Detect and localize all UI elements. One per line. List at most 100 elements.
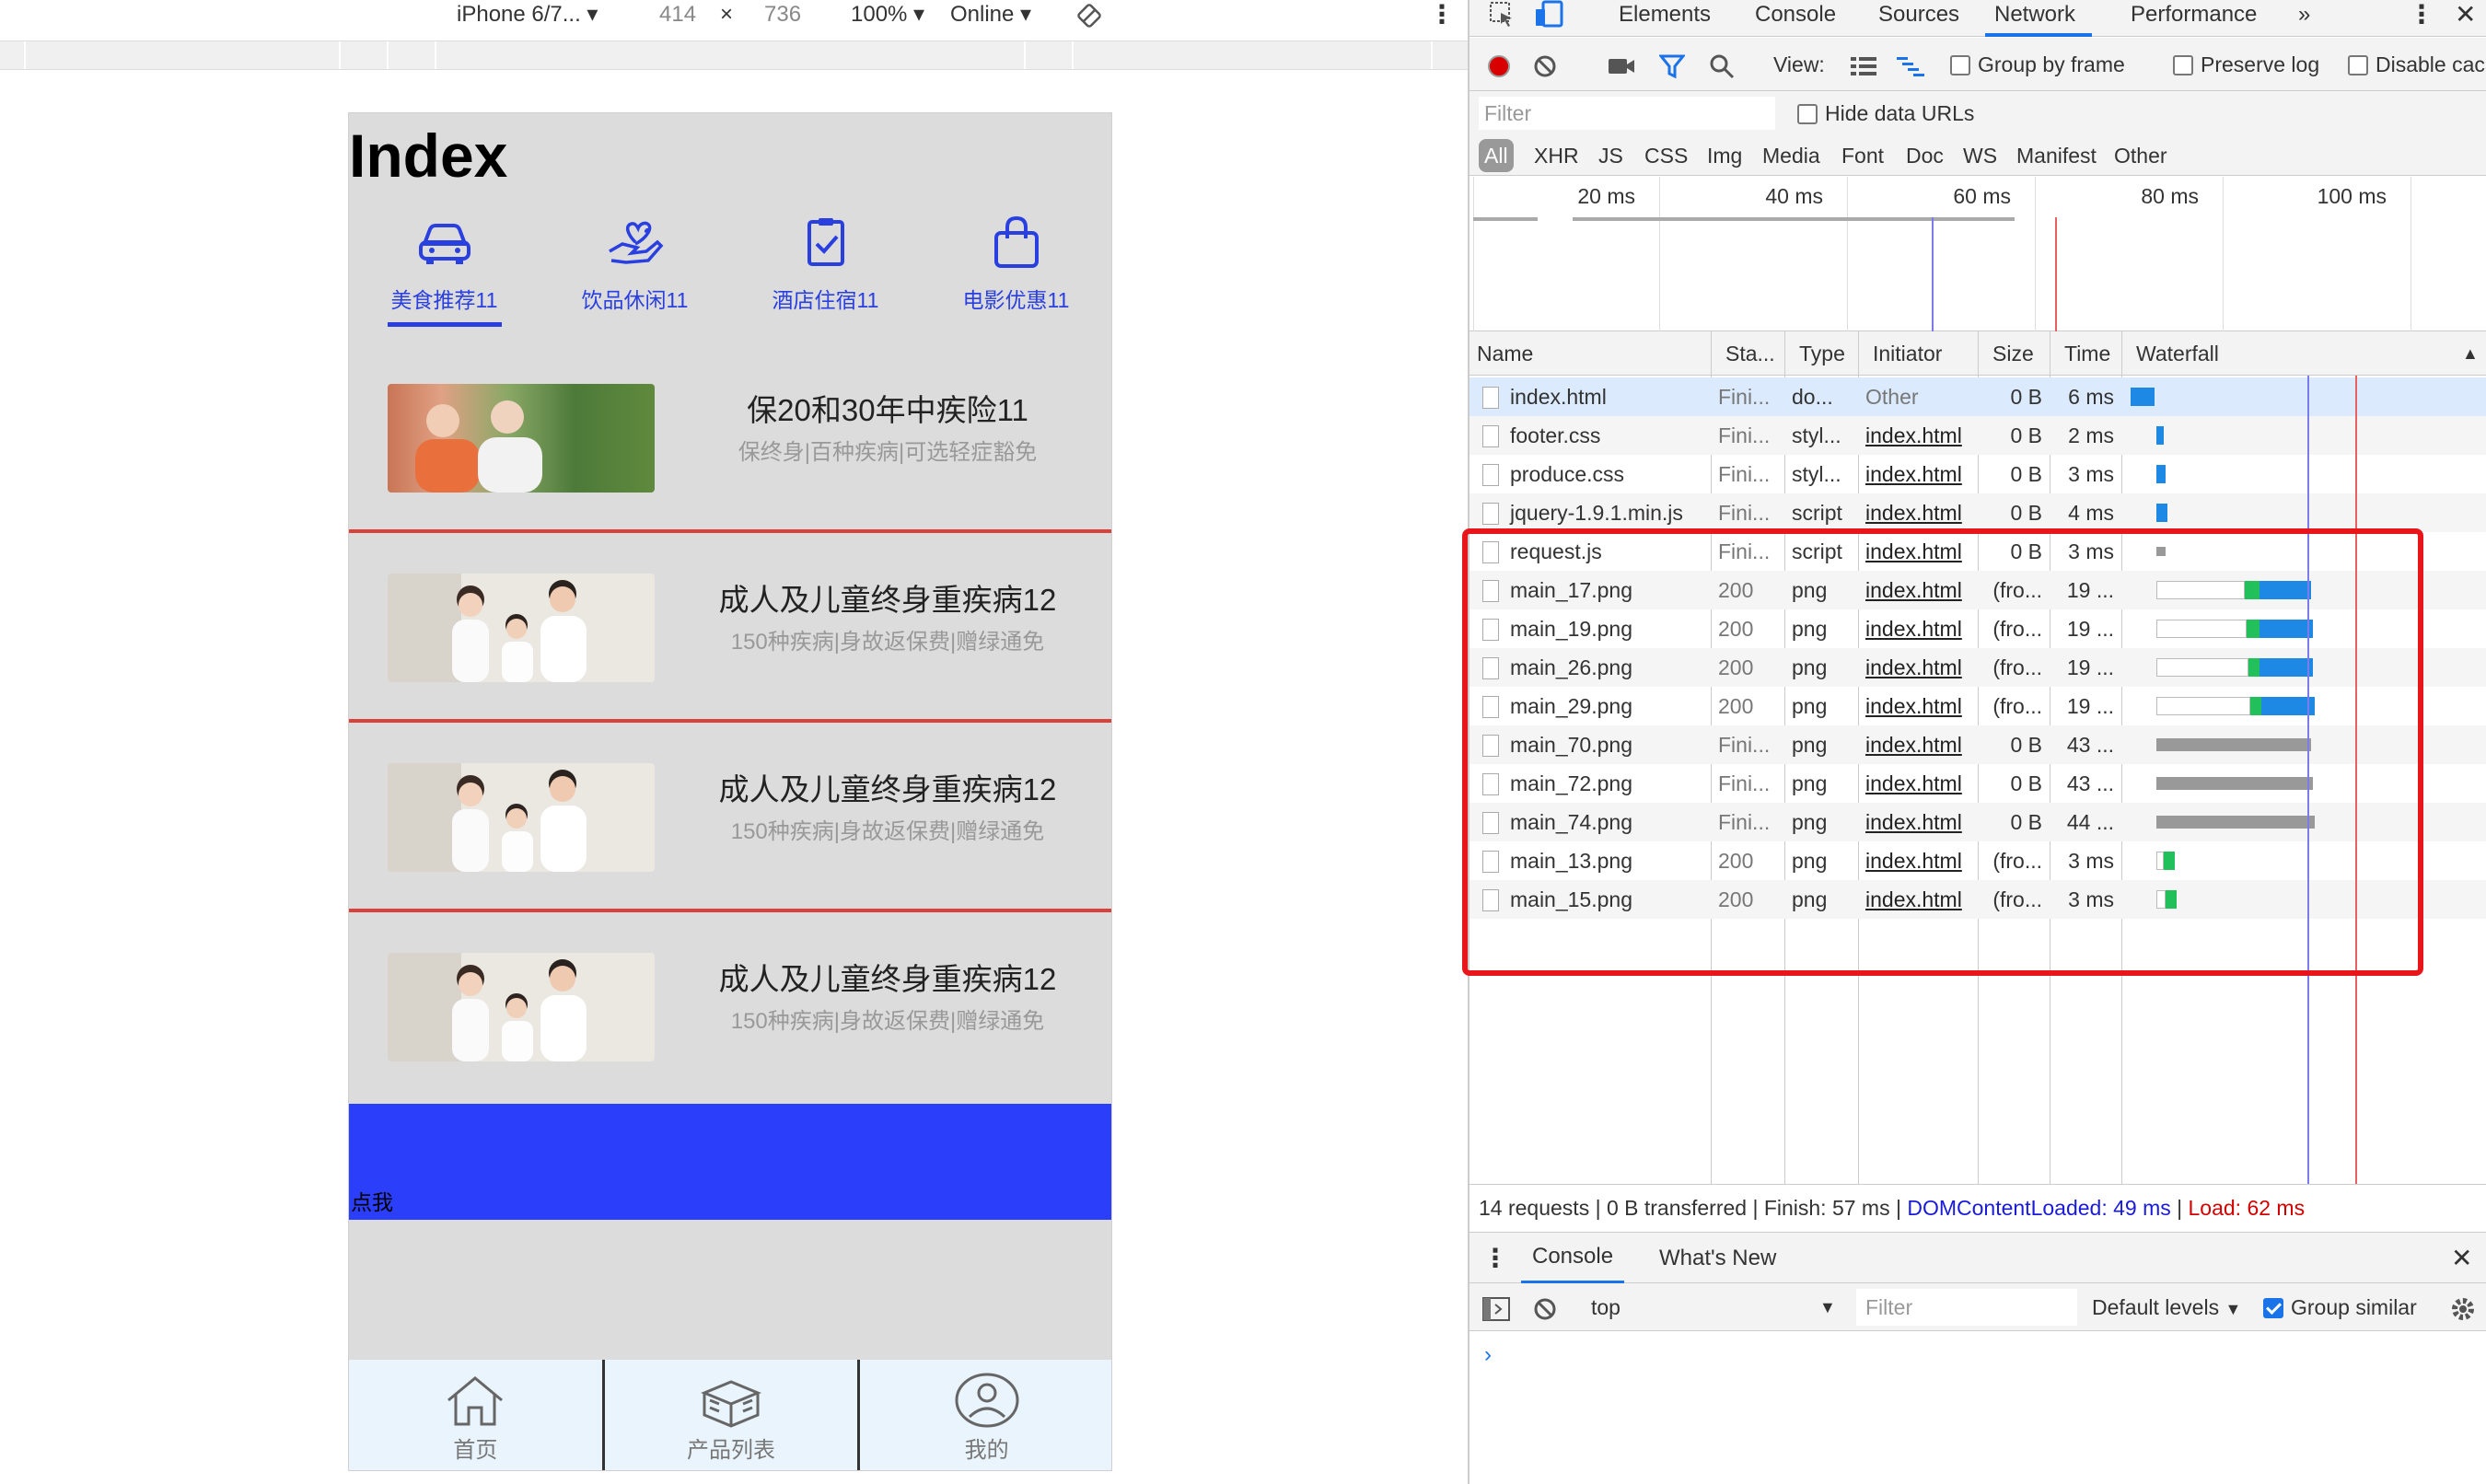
devtools-menu-icon[interactable]: ⋮ xyxy=(2409,0,2434,37)
request-initiator[interactable]: index.html xyxy=(1858,571,1978,609)
request-name-cell[interactable]: main_26.png xyxy=(1475,648,1711,687)
request-initiator[interactable]: index.html xyxy=(1858,803,1978,841)
request-initiator[interactable]: index.html xyxy=(1858,880,1978,919)
click-me-button[interactable]: 点我 xyxy=(349,1104,1111,1220)
tab-performance[interactable]: Performance xyxy=(2131,0,2257,37)
type-img[interactable]: Img xyxy=(1707,139,1742,172)
category-item-hotel[interactable]: 酒店住宿11 xyxy=(730,214,921,316)
clear-console-icon[interactable] xyxy=(1532,1283,1558,1331)
column-initiator[interactable]: Initiator xyxy=(1865,331,1942,376)
column-time[interactable]: Time xyxy=(2057,331,2110,376)
request-row[interactable]: index.html Fini... do... Other 0 B 6 ms xyxy=(1470,377,2486,416)
product-card[interactable]: 保20和30年中疾险11 保终身|百种疾病|可选轻症豁免 xyxy=(349,343,1111,533)
drawer-tab-console[interactable]: Console xyxy=(1521,1233,1625,1284)
product-card[interactable]: 成人及儿童终身重疾病12 150种疾病|身故返保费|赠绿通免 xyxy=(349,723,1111,912)
close-drawer-icon[interactable]: ✕ xyxy=(2451,1233,2472,1284)
type-font[interactable]: Font xyxy=(1841,139,1884,172)
product-card[interactable]: 成人及儿童终身重疾病12 150种疾病|身故返保费|赠绿通免 xyxy=(349,912,1111,1104)
more-tabs-button[interactable]: » xyxy=(2298,0,2310,37)
type-ws[interactable]: WS xyxy=(1963,139,1997,172)
disable-cache-checkbox[interactable]: Disable cac xyxy=(2348,38,2485,91)
request-initiator[interactable]: index.html xyxy=(1858,416,1978,455)
inspect-icon[interactable] xyxy=(1488,0,1516,37)
request-name-cell[interactable]: main_15.png xyxy=(1475,880,1711,919)
console-filter-input[interactable]: Filter xyxy=(1856,1289,2077,1326)
request-row[interactable]: footer.css Fini... styl... index.html 0 B 2 m… xyxy=(1470,416,2486,455)
drawer-tab-whats-new[interactable]: What's New xyxy=(1659,1233,1776,1284)
request-initiator[interactable]: index.html xyxy=(1858,764,1978,803)
request-row[interactable]: main_26.png 200 png index.html (fro... 19 ... xyxy=(1470,648,2486,687)
request-name-cell[interactable]: main_17.png xyxy=(1475,571,1711,609)
type-manifest[interactable]: Manifest xyxy=(2016,139,2097,172)
request-initiator[interactable]: index.html xyxy=(1858,455,1978,493)
request-name-cell[interactable]: request.js xyxy=(1475,532,1711,571)
request-row[interactable]: jquery-1.9.1.min.js Fini... script index.ht… xyxy=(1470,493,2486,532)
camera-icon[interactable] xyxy=(1608,38,1635,91)
throttle-select[interactable]: Online ▾ xyxy=(950,0,1031,37)
request-row[interactable]: main_15.png 200 png index.html (fro... 3 ms xyxy=(1470,880,2486,919)
tab-products[interactable]: 产品列表 xyxy=(605,1360,861,1470)
request-initiator[interactable]: index.html xyxy=(1858,687,1978,725)
type-css[interactable]: CSS xyxy=(1644,139,1688,172)
request-name-cell[interactable]: main_74.png xyxy=(1475,803,1711,841)
request-initiator[interactable]: index.html xyxy=(1858,725,1978,764)
column-status[interactable]: Sta... xyxy=(1718,331,1775,376)
device-select[interactable]: iPhone 6/7... ▾ xyxy=(457,0,598,37)
close-icon[interactable]: ✕ xyxy=(2455,0,2476,37)
tab-elements[interactable]: Elements xyxy=(1619,0,1711,37)
waterfall-overview-icon[interactable] xyxy=(1897,38,1926,91)
tab-console[interactable]: Console xyxy=(1755,0,1836,37)
request-name-cell[interactable]: main_72.png xyxy=(1475,764,1711,803)
type-other[interactable]: Other xyxy=(2114,139,2167,172)
request-name-cell[interactable]: produce.css xyxy=(1475,455,1711,493)
group-similar-checkbox[interactable]: Group similar xyxy=(2263,1283,2417,1331)
request-row[interactable]: main_70.png Fini... png index.html 0 B 43 ... xyxy=(1470,725,2486,764)
request-name-cell[interactable]: main_13.png xyxy=(1475,841,1711,880)
request-initiator[interactable]: index.html xyxy=(1858,648,1978,687)
record-icon[interactable] xyxy=(1486,38,1512,91)
search-icon[interactable] xyxy=(1709,38,1735,91)
large-rows-icon[interactable] xyxy=(1851,38,1876,91)
drawer-menu-icon[interactable]: ⋮ xyxy=(1482,1233,1508,1284)
request-initiator[interactable]: index.html xyxy=(1858,609,1978,648)
request-row[interactable]: main_29.png 200 png index.html (fro... 19 ... xyxy=(1470,687,2486,725)
log-levels-select[interactable]: Default levels ▼ xyxy=(2092,1283,2241,1331)
request-name-cell[interactable]: index.html xyxy=(1475,377,1711,416)
request-name-cell[interactable]: main_19.png xyxy=(1475,609,1711,648)
tab-profile[interactable]: 我的 xyxy=(860,1360,1111,1470)
type-all[interactable]: All xyxy=(1479,139,1514,172)
category-item-food[interactable]: 美食推荐11 xyxy=(349,214,540,327)
width-input[interactable]: 414 xyxy=(659,0,696,37)
request-initiator[interactable]: index.html xyxy=(1858,532,1978,571)
filter-input[interactable]: Filter xyxy=(1479,97,1775,130)
clear-icon[interactable] xyxy=(1532,38,1558,91)
request-name-cell[interactable]: main_29.png xyxy=(1475,687,1711,725)
height-input[interactable]: 736 xyxy=(764,0,801,37)
product-card[interactable]: 成人及儿童终身重疾病12 150种疾病|身故返保费|赠绿通免 xyxy=(349,533,1111,723)
device-toggle-icon[interactable] xyxy=(1534,0,1565,37)
request-row[interactable]: main_17.png 200 png index.html (fro... 19 ... xyxy=(1470,571,2486,609)
more-options-icon[interactable]: ⋮ xyxy=(1429,0,1455,37)
tab-home[interactable]: 首页 xyxy=(349,1360,605,1470)
filter-icon[interactable] xyxy=(1657,38,1687,91)
column-name[interactable]: Name xyxy=(1470,331,1533,376)
type-js[interactable]: JS xyxy=(1598,139,1623,172)
settings-gear-icon[interactable] xyxy=(2449,1283,2477,1331)
request-row[interactable]: request.js Fini... script index.html 0 B 3 ms xyxy=(1470,532,2486,571)
tab-sources[interactable]: Sources xyxy=(1878,0,1959,37)
rotate-icon[interactable] xyxy=(1075,2,1103,39)
category-item-drinks[interactable]: 饮品休闲11 xyxy=(540,214,730,316)
hide-data-urls-checkbox[interactable]: Hide data URLs xyxy=(1797,87,1974,140)
column-waterfall[interactable]: Waterfall xyxy=(2129,331,2219,376)
console-output[interactable]: › xyxy=(1470,1331,2486,1484)
console-prompt[interactable]: › xyxy=(1484,1342,1492,1368)
sort-ascending-icon[interactable]: ▲ xyxy=(2455,331,2479,376)
request-initiator[interactable]: Other xyxy=(1858,377,1978,416)
request-row[interactable]: main_74.png Fini... png index.html 0 B 44 ... xyxy=(1470,803,2486,841)
tab-network[interactable]: Network xyxy=(1985,0,2092,37)
column-type[interactable]: Type xyxy=(1792,331,1845,376)
request-initiator[interactable]: index.html xyxy=(1858,841,1978,880)
zoom-select[interactable]: 100% ▾ xyxy=(851,0,924,37)
context-select[interactable]: top ▼ xyxy=(1591,1283,1836,1331)
type-doc[interactable]: Doc xyxy=(1906,139,1944,172)
